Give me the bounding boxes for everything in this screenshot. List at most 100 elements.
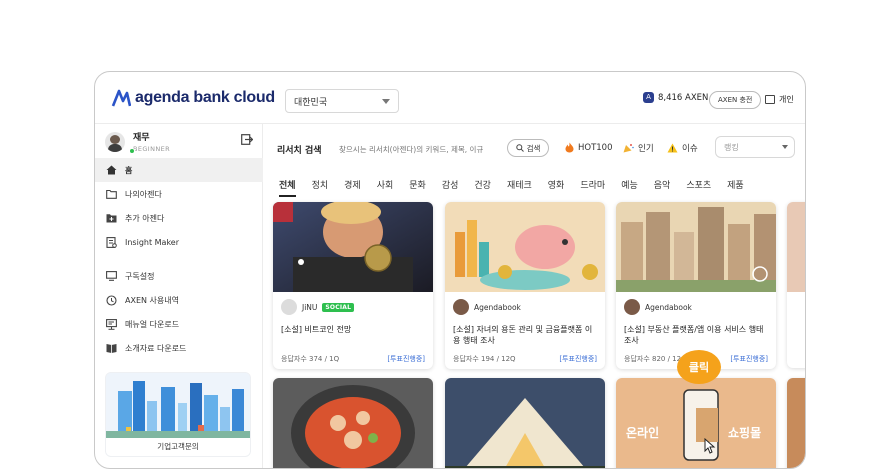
card-title: [소설] 비트코인 전망 [281, 325, 352, 334]
profile[interactable]: 재무 BEGINNER [105, 130, 171, 154]
glamping-tent-image [445, 378, 605, 468]
top-header: agenda bank cloud 대한민국 A 8,416 AXEN AXEN… [95, 72, 805, 124]
tab-health[interactable]: 건강 [474, 176, 491, 197]
history-icon [106, 294, 117, 306]
tab-sports[interactable]: 스포츠 [686, 176, 711, 197]
personal-button[interactable]: 개인 [765, 94, 794, 105]
sidebar-item-my-agenda[interactable]: 나의아젠다 [95, 182, 263, 206]
fire-icon [565, 142, 574, 153]
sidebar-item-add-agenda[interactable]: 추가 아젠다 [95, 206, 263, 230]
app-window: agenda bank cloud 대한민국 A 8,416 AXEN AXEN… [94, 71, 806, 469]
overlay-text-mall: 쇼핑몰 [728, 426, 762, 440]
book-icon [106, 344, 117, 353]
tab-entertainment[interactable]: 예능 [621, 176, 638, 197]
research-card[interactable]: Agendabook [소설] 자녀의 용돈 관리 및 금융플랫폼 이용 행태 … [445, 202, 605, 369]
tab-society[interactable]: 사회 [377, 176, 394, 197]
tab-all[interactable]: 전체 [279, 176, 296, 197]
ranking-placeholder: 랭킹 [724, 143, 739, 152]
sidebar-item-label: 나의아젠다 [125, 189, 162, 199]
hot100-filter[interactable]: HOT100 [565, 142, 613, 153]
monitor-icon [106, 271, 117, 281]
profile-name: 재무 [133, 133, 150, 143]
status-badge: [투표진행중] [730, 355, 768, 363]
card-title: [소설] 부동산 플랫폼/앱 이용 서비스 행태 조사 [624, 325, 764, 345]
personal-label: 개인 [779, 95, 794, 104]
sidebar-item-manual-download[interactable]: 매뉴얼 다운로드 [95, 312, 263, 336]
hot100-label: HOT100 [578, 142, 613, 153]
axen-coin-icon: A [643, 92, 654, 103]
logo[interactable]: agenda bank cloud [111, 88, 275, 108]
sidebar-item-insight-maker[interactable]: Insight Maker [95, 230, 263, 254]
tab-culture[interactable]: 문화 [409, 176, 426, 197]
exit-icon [765, 95, 775, 104]
issue-label: 이슈 [682, 144, 698, 154]
sidebar-item-home[interactable]: 홈 [95, 158, 263, 182]
avatar [105, 131, 125, 152]
card-author: Agendabook [624, 297, 768, 317]
tab-drama[interactable]: 드라마 [580, 176, 605, 197]
search-title: 리서치 검색 [277, 146, 322, 156]
card-title: [소설] 자녀의 용돈 관리 및 금융플랫폼 이용 행태 조사 [453, 325, 593, 345]
enterprise-inquiry-banner[interactable]: 기업고객문의 [105, 372, 251, 457]
axen-charge-button[interactable]: AXEN 충전 [709, 91, 762, 109]
sidebar-item-label: 추가 아젠다 [125, 213, 165, 223]
sidebar-item-label: 소개자료 다운로드 [125, 343, 187, 353]
issue-filter[interactable]: 이슈 [667, 142, 698, 154]
tab-finance[interactable]: 재테크 [507, 176, 532, 197]
avatar [453, 299, 469, 315]
sidebar-item-label: 구독설정 [125, 271, 155, 281]
research-card-partial[interactable] [787, 202, 805, 368]
manual-icon [106, 318, 117, 330]
popular-label: 인기 [638, 144, 654, 154]
apartment-image [616, 202, 776, 292]
response-count: 응답자수 374 / 1Q [281, 355, 340, 363]
logo-mark-icon [111, 89, 131, 107]
tab-economy[interactable]: 경제 [344, 176, 361, 197]
tab-emotion[interactable]: 감성 [442, 176, 459, 197]
author-name: Agendabook [645, 302, 692, 312]
search-input[interactable] [339, 140, 491, 158]
city-skyline-illustration [106, 373, 250, 440]
tab-music[interactable]: 음악 [654, 176, 671, 197]
document-icon [106, 236, 117, 248]
tab-politics[interactable]: 정치 [312, 176, 329, 197]
profile-level: BEGINNER [133, 145, 171, 153]
country-select[interactable]: 대한민국 [285, 89, 399, 113]
research-card[interactable]: JiNU SOCIAL [소설] 비트코인 전망 응답자수 374 / 1Q [… [273, 202, 433, 369]
piggy-bank-image [445, 202, 605, 292]
sidebar-item-label: Insight Maker [125, 237, 180, 247]
avatar [281, 299, 297, 315]
tab-movie[interactable]: 영화 [548, 176, 565, 197]
category-tabs: 전체 정치 경제 사회 문화 감성 건강 재테크 영화 드라마 예능 음악 스포… [279, 176, 760, 197]
chevron-down-icon [382, 99, 390, 104]
research-card[interactable]: 온라인 쇼핑몰 [616, 378, 776, 468]
response-count: 응답자수 194 / 12Q [453, 355, 516, 363]
card-author: Agendabook [453, 297, 597, 317]
sidebar-item-intro-download[interactable]: 소개자료 다운로드 [95, 336, 263, 360]
status-badge: [투표진행중] [559, 355, 597, 363]
folder-add-icon [106, 214, 117, 223]
research-card-partial[interactable] [787, 378, 805, 468]
research-card[interactable] [445, 378, 605, 468]
home-icon [106, 165, 117, 175]
country-value: 대한민국 [294, 98, 328, 108]
folder-icon [106, 189, 117, 199]
food-image [273, 378, 433, 468]
popular-filter[interactable]: 인기 [623, 142, 654, 154]
ranking-select[interactable]: 랭킹 [715, 136, 795, 158]
warning-icon [667, 143, 678, 153]
menu-divider [95, 254, 263, 264]
sidebar-item-label: 홈 [125, 165, 133, 175]
banner-label: 기업고객문의 [106, 438, 250, 456]
card-thumbnail [445, 202, 605, 292]
logout-icon[interactable] [241, 134, 253, 145]
online-status-icon [129, 148, 135, 154]
research-card[interactable] [273, 378, 433, 468]
search-button[interactable]: 검색 [507, 139, 549, 157]
research-card[interactable]: Agendabook [소설] 부동산 플랫폼/앱 이용 서비스 행태 조사 응… [616, 202, 776, 369]
sidebar-item-label: 매뉴얼 다운로드 [125, 319, 180, 329]
sidebar-item-axen-history[interactable]: AXEN 사용내역 [95, 288, 263, 312]
sidebar-item-subscription[interactable]: 구독설정 [95, 264, 263, 288]
tab-product[interactable]: 제품 [727, 176, 744, 197]
bitcoin-image [273, 202, 433, 292]
